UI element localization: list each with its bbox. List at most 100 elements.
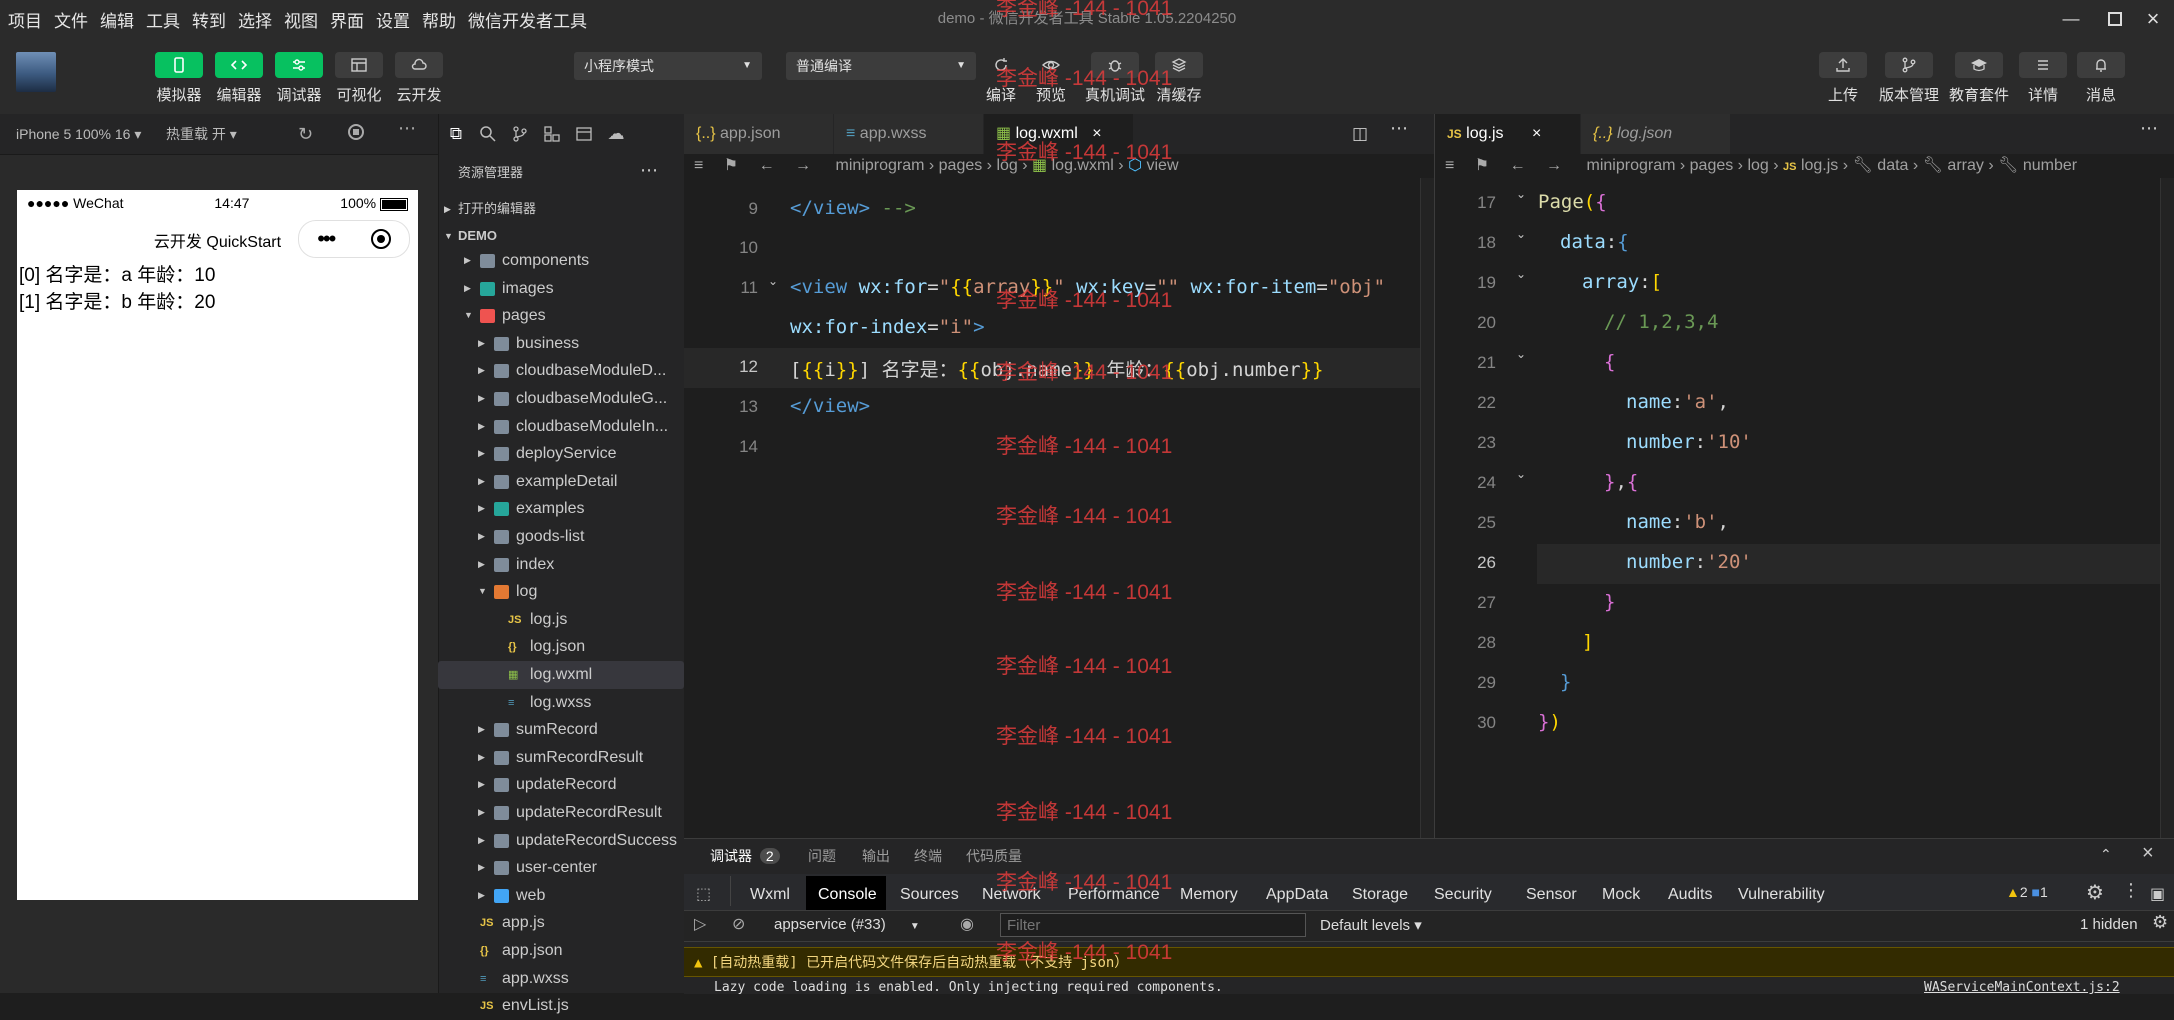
source-control-icon[interactable] [510,124,530,144]
breadcrumb-item[interactable]: log [996,157,1017,174]
phone-screen[interactable]: ●●●●● WeChat 14:47 100% 云开发 QuickStart •… [17,190,418,900]
close-panel-icon[interactable]: × [2142,842,2154,865]
devtools-tab-audits[interactable]: Audits [1668,880,1712,910]
capsule-close-icon[interactable] [370,229,391,249]
tree-item[interactable]: {} log.json [438,633,684,661]
tree-item[interactable]: ▦ log.wxml [438,661,684,689]
devtools-tab-sensor[interactable]: Sensor [1526,880,1577,910]
devtools-tab-storage[interactable]: Storage [1352,880,1408,910]
editor-more-icon[interactable]: ⋯ [2140,118,2158,139]
menu-settings[interactable]: 设置 [376,7,410,32]
tree-item[interactable]: ▼ pages [438,302,684,330]
breadcrumb-item[interactable]: pages [939,157,983,174]
more-icon[interactable]: ⋯ [398,118,416,139]
explorer-more-icon[interactable]: ⋯ [640,154,658,192]
breadcrumb-item[interactable]: miniprogram [1587,157,1676,174]
close-tab-icon[interactable]: × [1092,125,1101,142]
sidebar-toggle-icon[interactable]: ▷ [694,914,706,934]
breadcrumb-item[interactable]: array [1947,157,1983,174]
capsule-menu[interactable]: ••• [298,220,410,258]
tree-item[interactable]: ▶ index [438,551,684,579]
close-window-button[interactable]: × [2128,0,2174,38]
project-section[interactable]: ▼ DEMO [438,222,684,250]
list-icon[interactable]: ≡ [694,157,703,174]
debugger-button[interactable]: 调试器 [266,52,332,105]
devtools-tab-performance[interactable]: Performance [1068,880,1160,910]
tab-app-json[interactable]: {..} app.json [684,114,834,154]
menu-select[interactable]: 选择 [238,7,272,32]
breadcrumb-item[interactable]: log.js [1801,157,1838,174]
hot-reload-toggle[interactable]: 热重载 开 ▾ [166,114,237,154]
tree-item[interactable]: ▶ updateRecordResult [438,799,684,827]
menu-help[interactable]: 帮助 [422,7,456,32]
tree-item[interactable]: ▶ updateRecord [438,771,684,799]
settings-gear-icon[interactable]: ⚙ [2086,880,2104,905]
devtools-tab-sources[interactable]: Sources [900,880,959,910]
breadcrumb-item[interactable]: number [2023,157,2077,174]
filter-input[interactable] [1000,913,1306,937]
issue-counters[interactable]: ▲2 ■1 [2006,884,2048,900]
menu-project[interactable]: 项目 [8,7,42,32]
upload-button[interactable]: 上传 [1810,52,1876,105]
search-icon[interactable] [478,124,498,144]
fold-chevron-icon[interactable]: ⌄ [1516,467,1526,481]
breadcrumb-item[interactable]: pages [1690,157,1734,174]
tree-item[interactable]: ▶ images [438,275,684,303]
fold-chevron-icon[interactable]: ⌄ [1516,227,1526,241]
dock-icon[interactable]: ▣ [2150,884,2165,904]
clear-console-icon[interactable]: ⊘ [732,914,745,934]
open-editors-section[interactable]: ▶ 打开的编辑器 [438,195,684,223]
tree-item[interactable]: ▶ user-center [438,854,684,882]
devtools-tab-console[interactable]: Console [818,880,877,910]
messages-button[interactable]: 消息 [2068,52,2134,105]
tree-item[interactable]: ▶ cloudbaseModuleD... [438,357,684,385]
mode-select[interactable]: 小程序模式 ▼ [574,52,762,80]
devtools-tab-wxml[interactable]: Wxml [750,880,790,910]
list-icon[interactable]: ≡ [1445,157,1454,174]
tree-item[interactable]: JS app.js [438,909,684,937]
fold-chevron-icon[interactable]: ⌄ [768,274,778,288]
kebab-menu-icon[interactable]: ⋮ [2122,880,2140,901]
tree-item[interactable]: ▶ examples [438,495,684,523]
tree-item[interactable]: ▶ deployService [438,440,684,468]
clear-cache-button[interactable]: 清缓存 [1146,52,1212,105]
details-button[interactable]: 详情 [2010,52,2076,105]
editor-button[interactable]: 编辑器 [206,52,272,105]
tree-item[interactable]: ▶ goods-list [438,523,684,551]
devtools-tab-appdata[interactable]: AppData [1266,880,1328,910]
tab-log-json[interactable]: {..} log.json [1581,114,1731,154]
tree-item[interactable]: ≡ log.wxss [438,689,684,717]
compile-select[interactable]: 普通编译 ▼ [786,52,976,80]
breadcrumb-item[interactable]: log.wxml [1052,157,1114,174]
visual-button[interactable]: 可视化 [326,52,392,105]
tree-item[interactable]: ≡ app.wxss [438,965,684,993]
forward-arrow-icon[interactable]: → [1546,157,1562,174]
fold-chevron-icon[interactable]: ⌄ [1516,267,1526,281]
cloud-icon[interactable]: ☁ [606,124,626,144]
preview-button[interactable]: 预览 [1018,52,1084,105]
forward-arrow-icon[interactable]: → [795,157,811,174]
tree-item[interactable]: ▶ updateRecordSuccess [438,827,684,855]
chevron-up-icon[interactable]: ⌃ [2100,846,2112,863]
tab-app-wxss[interactable]: ≡ app.wxss [834,114,984,154]
panel-tab-debugger[interactable]: 调试器 2 [710,846,780,866]
panel-tab-terminal[interactable]: 终端 [914,846,942,866]
fold-chevron-icon[interactable]: ⌄ [1516,187,1526,201]
inspect-icon[interactable]: ⬚ [696,884,711,904]
breadcrumb-item[interactable]: view [1146,157,1178,174]
devtools-tab-security[interactable]: Security [1434,880,1492,910]
menu-interface[interactable]: 界面 [330,7,364,32]
menu-edit[interactable]: 编辑 [100,7,134,32]
editor-more-icon[interactable]: ⋯ [1390,118,1408,139]
menu-goto[interactable]: 转到 [192,7,226,32]
tab-log-wxml[interactable]: ▦ log.wxml × [984,114,1134,154]
tree-item[interactable]: JS envList.js [438,992,684,1020]
console-settings-icon[interactable]: ⚙ [2152,912,2168,933]
version-button[interactable]: 版本管理 [1876,52,1942,105]
panel-tab-problems[interactable]: 问题 [808,846,836,866]
close-tab-icon[interactable]: × [1532,125,1541,142]
split-editor-icon[interactable]: ◫ [1352,124,1368,144]
tab-log-js[interactable]: JS log.js × [1435,114,1581,154]
devtools-tab-memory[interactable]: Memory [1180,880,1238,910]
tree-item[interactable]: ▶ web [438,882,684,910]
